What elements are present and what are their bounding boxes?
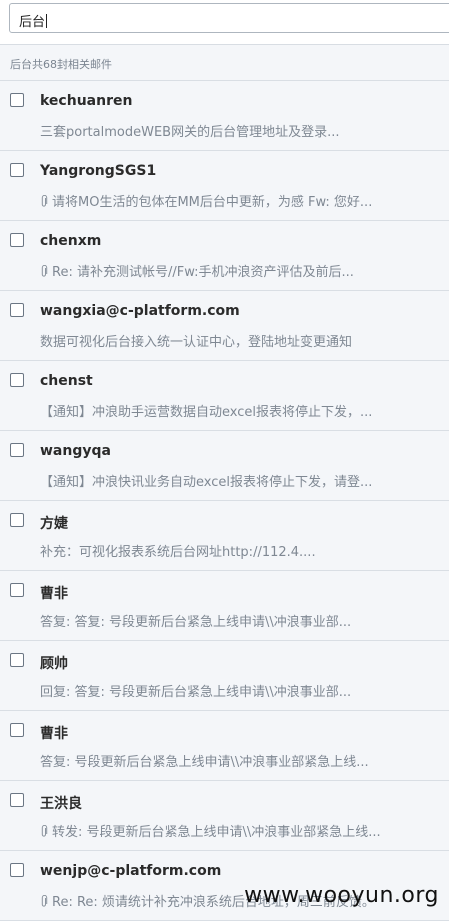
paperclip-icon bbox=[41, 265, 48, 277]
search-input-value: 后台 bbox=[19, 14, 48, 30]
checkbox-icon[interactable] bbox=[10, 653, 24, 667]
email-sender: 方婕 bbox=[40, 516, 68, 532]
email-list-item[interactable]: kechuanren 三套portalmodeWEB网关的后台管理地址及登录... bbox=[0, 81, 449, 151]
email-subject-line: 转发: 号段更新后台紧急上线申请\\冲浪事业部紧急上线... bbox=[40, 821, 440, 840]
email-subject: 数据可视化后台接入统一认证中心，登陆地址变更通知 bbox=[40, 335, 353, 350]
checkbox-icon[interactable] bbox=[10, 443, 24, 457]
checkbox-icon[interactable] bbox=[10, 93, 24, 107]
email-subject: 答复: 号段更新后台紧急上线申请\\冲浪事业部紧急上线... bbox=[40, 755, 369, 770]
email-sender: 顾帅 bbox=[40, 656, 68, 672]
email-subject-line: 请将MO生活的包体在MM后台中更新，为感 Fw: 您好... bbox=[40, 191, 440, 210]
checkbox-icon[interactable] bbox=[10, 863, 24, 877]
email-list-item[interactable]: YangrongSGS1 请将MO生活的包体在MM后台中更新，为感 Fw: 您好.… bbox=[0, 151, 449, 221]
email-list-item[interactable]: 王洪良转发: 号段更新后台紧急上线申请\\冲浪事业部紧急上线... bbox=[0, 781, 449, 851]
email-list-item[interactable]: chenxm Re: 请补充测试帐号//Fw:手机冲浪资产评估及前后... bbox=[0, 221, 449, 291]
email-subject-line: 回复: 答复: 号段更新后台紧急上线申请\\冲浪事业部... bbox=[40, 681, 440, 700]
checkbox-icon[interactable] bbox=[10, 233, 24, 247]
checkbox-icon[interactable] bbox=[10, 373, 24, 387]
email-subject: 答复: 答复: 号段更新后台紧急上线申请\\冲浪事业部... bbox=[40, 615, 352, 630]
result-count: 后台共68封相关邮件 bbox=[10, 58, 112, 71]
email-sender: wenjp@c-platform.com bbox=[40, 863, 222, 879]
email-sender: 王洪良 bbox=[40, 796, 82, 812]
email-subject: 【通知】冲浪快讯业务自动excel报表将停止下发，请登... bbox=[40, 475, 373, 490]
paperclip-icon bbox=[41, 825, 48, 837]
checkbox-icon[interactable] bbox=[10, 583, 24, 597]
email-list-item[interactable]: 方婕补充：可视化报表系统后台网址http://112.4.... bbox=[0, 501, 449, 571]
email-sender: 曹非 bbox=[40, 726, 68, 742]
email-subject: Re: 请补充测试帐号//Fw:手机冲浪资产评估及前后... bbox=[52, 265, 354, 280]
paperclip-icon bbox=[41, 895, 48, 907]
email-list-item[interactable]: wangxia@c-platform.com 数据可视化后台接入统一认证中心，登陆… bbox=[0, 291, 449, 361]
email-subject-line: 答复: 答复: 号段更新后台紧急上线申请\\冲浪事业部... bbox=[40, 611, 440, 630]
email-subject: 补充：可视化报表系统后台网址http://112.4.... bbox=[40, 545, 316, 560]
email-subject-line: 答复: 号段更新后台紧急上线申请\\冲浪事业部紧急上线... bbox=[40, 751, 440, 770]
email-subject-line: Re: 请补充测试帐号//Fw:手机冲浪资产评估及前后... bbox=[40, 261, 440, 280]
email-subject-line: 补充：可视化报表系统后台网址http://112.4.... bbox=[40, 541, 440, 560]
email-list: kechuanren 三套portalmodeWEB网关的后台管理地址及登录...… bbox=[0, 80, 449, 921]
search-input[interactable]: 后台 bbox=[9, 3, 449, 33]
email-subject: 转发: 号段更新后台紧急上线申请\\冲浪事业部紧急上线... bbox=[52, 825, 381, 840]
email-subject-line: 【通知】冲浪助手运营数据自动excel报表将停止下发，... bbox=[40, 401, 440, 420]
search-bar: 后台 bbox=[0, 0, 449, 45]
email-sender: wangxia@c-platform.com bbox=[40, 303, 240, 319]
email-subject-line: 【通知】冲浪快讯业务自动excel报表将停止下发，请登... bbox=[40, 471, 440, 490]
checkbox-icon[interactable] bbox=[10, 163, 24, 177]
paperclip-icon bbox=[41, 195, 48, 207]
checkbox-icon[interactable] bbox=[10, 723, 24, 737]
email-sender: chenst bbox=[40, 373, 93, 389]
email-list-item[interactable]: 曹非答复: 答复: 号段更新后台紧急上线申请\\冲浪事业部... bbox=[0, 571, 449, 641]
email-list-item[interactable]: 曹非答复: 号段更新后台紧急上线申请\\冲浪事业部紧急上线... bbox=[0, 711, 449, 781]
watermark: www.wooyun.org bbox=[244, 883, 439, 908]
checkbox-icon[interactable] bbox=[10, 303, 24, 317]
email-sender: chenxm bbox=[40, 233, 102, 249]
email-list-item[interactable]: chenst 【通知】冲浪助手运营数据自动excel报表将停止下发，... bbox=[0, 361, 449, 431]
checkbox-icon[interactable] bbox=[10, 513, 24, 527]
email-subject-line: 数据可视化后台接入统一认证中心，登陆地址变更通知 bbox=[40, 331, 440, 350]
email-subject-line: 三套portalmodeWEB网关的后台管理地址及登录... bbox=[40, 121, 440, 140]
email-subject: 三套portalmodeWEB网关的后台管理地址及登录... bbox=[40, 125, 340, 140]
email-subject: 回复: 答复: 号段更新后台紧急上线申请\\冲浪事业部... bbox=[40, 685, 352, 700]
email-sender: 曹非 bbox=[40, 586, 68, 602]
email-sender: YangrongSGS1 bbox=[40, 163, 157, 179]
email-list-item[interactable]: 顾帅回复: 答复: 号段更新后台紧急上线申请\\冲浪事业部... bbox=[0, 641, 449, 711]
email-sender: wangyqa bbox=[40, 443, 111, 459]
email-subject: 【通知】冲浪助手运营数据自动excel报表将停止下发，... bbox=[40, 405, 373, 420]
text-caret bbox=[46, 14, 48, 28]
email-subject: 请将MO生活的包体在MM后台中更新，为感 Fw: 您好... bbox=[52, 195, 373, 210]
email-sender: kechuanren bbox=[40, 93, 133, 109]
email-list-item[interactable]: wangyqa 【通知】冲浪快讯业务自动excel报表将停止下发，请登... bbox=[0, 431, 449, 501]
checkbox-icon[interactable] bbox=[10, 793, 24, 807]
